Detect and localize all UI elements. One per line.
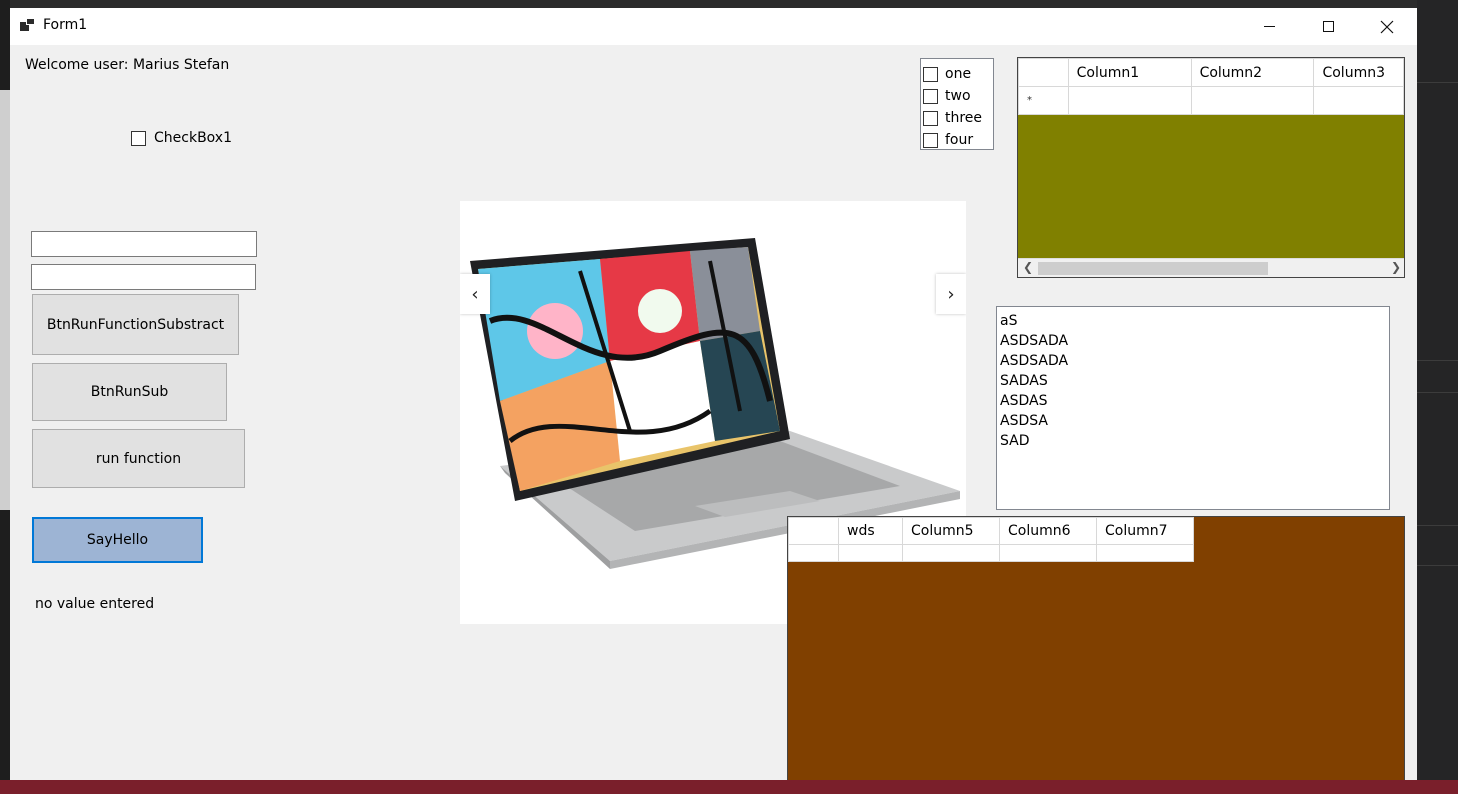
checked-list-item-label: two	[945, 88, 971, 104]
list-item[interactable]: SADAS	[1000, 371, 1386, 391]
list-item[interactable]: SAD	[1000, 431, 1386, 451]
list-item[interactable]: ASDSADA	[1000, 351, 1386, 371]
checked-list-item-label: three	[945, 110, 983, 126]
textbox-2[interactable]	[31, 264, 256, 290]
grid2-row-header	[788, 544, 839, 562]
grid2-cell[interactable]	[838, 544, 903, 562]
carousel-next-button[interactable]: ›	[936, 274, 966, 314]
grid1-cell[interactable]	[1313, 86, 1404, 115]
data-grid-2[interactable]: wds Column5 Column6 Column7	[787, 516, 1405, 780]
background-right-edge	[1417, 0, 1458, 794]
carousel-prev-button[interactable]: ‹	[460, 274, 490, 314]
scroll-right-icon[interactable]: ❯	[1391, 260, 1401, 274]
grid2-header-row: wds Column5 Column6 Column7	[788, 517, 1194, 545]
checked-list-item[interactable]: four	[921, 129, 993, 151]
checked-list-item[interactable]: two	[921, 85, 993, 107]
checked-list-item-box[interactable]	[923, 66, 938, 82]
form-window: Form1 Welcome user: Marius Stefan CheckB…	[10, 8, 1417, 780]
checkbox1-label: CheckBox1	[154, 130, 232, 146]
app-icon	[20, 18, 36, 32]
maximize-icon	[1322, 21, 1334, 32]
data-grid-1[interactable]: Column1 Column2 Column3 * ❮ ❯	[1017, 57, 1405, 278]
grid1-header-row: Column1 Column2 Column3	[1018, 58, 1404, 87]
list-box[interactable]: aS ASDSADA ASDSADA SADAS ASDAS ASDSA SAD	[996, 306, 1390, 510]
grid1-column-header[interactable]: Column3	[1313, 58, 1404, 87]
close-button[interactable]	[1358, 8, 1416, 45]
grid2-row-header-corner	[788, 517, 839, 545]
grid1-scroll-thumb[interactable]	[1038, 262, 1268, 275]
grid2-column-header[interactable]: Column6	[999, 517, 1097, 545]
minimize-button[interactable]	[1240, 8, 1298, 45]
title-bar: Form1	[10, 8, 1417, 45]
grid2-cell[interactable]	[1096, 544, 1194, 562]
grid2-cell[interactable]	[902, 544, 1000, 562]
checkbox1[interactable]: CheckBox1	[131, 130, 232, 146]
status-label: no value entered	[35, 596, 155, 612]
new-row-marker-icon: *	[1018, 86, 1069, 115]
grid1-column-header[interactable]: Column2	[1190, 58, 1315, 87]
grid2-cell[interactable]	[999, 544, 1097, 562]
checked-list-box[interactable]: one two three four	[920, 58, 994, 150]
list-item[interactable]: aS	[1000, 311, 1386, 331]
checkbox1-box[interactable]	[131, 130, 146, 146]
maximize-button[interactable]	[1299, 8, 1357, 45]
welcome-label: Welcome user: Marius Stefan	[25, 57, 230, 73]
taskbar	[0, 780, 1458, 794]
grid2-column-header[interactable]: Column7	[1096, 517, 1194, 545]
checked-list-item[interactable]: three	[921, 107, 993, 129]
grid1-new-row[interactable]: *	[1018, 86, 1404, 115]
background-left-strip	[0, 90, 10, 510]
checked-list-item-label: four	[945, 132, 974, 148]
grid2-column-header[interactable]: Column5	[902, 517, 1000, 545]
list-item[interactable]: ASDAS	[1000, 391, 1386, 411]
list-item[interactable]: ASDSADA	[1000, 331, 1386, 351]
close-icon	[1380, 20, 1394, 33]
grid1-cell[interactable]	[1067, 86, 1192, 115]
scroll-left-icon[interactable]: ❮	[1023, 260, 1033, 274]
window-title: Form1	[43, 17, 88, 33]
checked-list-item-box[interactable]	[923, 110, 938, 126]
grid2-column-header[interactable]: wds	[838, 517, 903, 545]
grid1-horizontal-scrollbar[interactable]: ❮ ❯	[1018, 258, 1404, 277]
textbox-1[interactable]	[31, 231, 257, 257]
grid1-cell[interactable]	[1190, 86, 1315, 115]
checked-list-item-box[interactable]	[923, 132, 938, 148]
grid2-new-row[interactable]	[788, 544, 1194, 562]
checked-list-item[interactable]: one	[921, 63, 993, 85]
minimize-icon	[1263, 26, 1275, 27]
chevron-left-icon: ‹	[471, 283, 479, 305]
checked-list-item-label: one	[945, 66, 972, 82]
grid1-row-header-corner	[1018, 58, 1069, 87]
say-hello-button[interactable]: SayHello	[32, 517, 203, 563]
btn-run-sub[interactable]: BtnRunSub	[32, 363, 227, 421]
btn-run-function-substract[interactable]: BtnRunFunctionSubstract	[32, 294, 239, 355]
list-item[interactable]: ASDSA	[1000, 411, 1386, 431]
checked-list-item-box[interactable]	[923, 88, 938, 104]
run-function-button[interactable]: run function	[32, 429, 245, 488]
form-client-area: Welcome user: Marius Stefan CheckBox1 Bt…	[10, 45, 1417, 780]
chevron-right-icon: ›	[947, 283, 955, 305]
grid1-column-header[interactable]: Column1	[1067, 58, 1192, 87]
